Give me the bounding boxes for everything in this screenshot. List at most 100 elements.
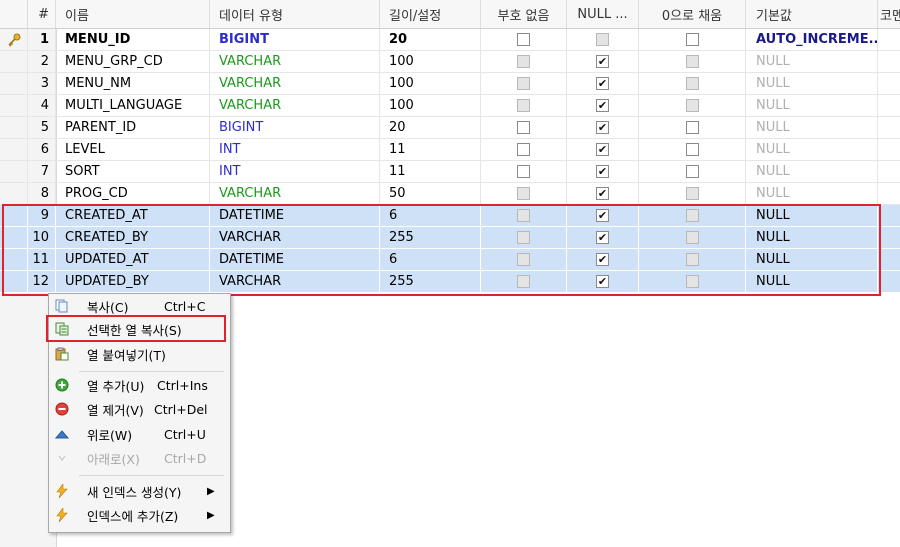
data-type-cell[interactable]: DATETIME: [210, 249, 380, 270]
zerofill-cell[interactable]: [639, 117, 746, 138]
zerofill-cell[interactable]: [639, 227, 746, 248]
table-row[interactable]: 4 MULTI_LANGUAGE VARCHAR 100 ✔ NULL: [0, 95, 900, 117]
table-row[interactable]: 6 LEVEL INT 11 ✔ NULL: [0, 139, 900, 161]
comment-cell[interactable]: [878, 139, 900, 160]
zerofill-checkbox[interactable]: [685, 143, 699, 156]
unsigned-checkbox[interactable]: [517, 187, 530, 200]
column-name-cell[interactable]: MENU_ID: [56, 29, 210, 50]
data-type-cell[interactable]: BIGINT: [210, 29, 380, 50]
allow-null-checkbox[interactable]: ✔: [596, 275, 609, 288]
table-row[interactable]: 12 UPDATED_BY VARCHAR 255 ✔ NULL: [0, 271, 900, 293]
comment-cell[interactable]: [878, 205, 900, 226]
length-cell[interactable]: 11: [380, 139, 481, 160]
unsigned-cell[interactable]: [481, 227, 567, 248]
zerofill-checkbox[interactable]: [685, 209, 699, 222]
default-cell[interactable]: NULL: [746, 139, 878, 160]
menu-item-move-down[interactable]: 아래로(X) Ctrl+D: [51, 447, 228, 469]
length-cell[interactable]: 100: [380, 95, 481, 116]
zerofill-cell[interactable]: [639, 29, 746, 50]
zerofill-checkbox[interactable]: [685, 187, 699, 200]
allow-null-cell[interactable]: ✔: [567, 139, 639, 160]
zerofill-checkbox[interactable]: [685, 121, 699, 134]
unsigned-cell[interactable]: [481, 51, 567, 72]
menu-item-add-to-index[interactable]: 인덱스에 추가(Z) ▶: [51, 504, 228, 526]
length-cell[interactable]: 100: [380, 51, 481, 72]
unsigned-checkbox[interactable]: [517, 33, 530, 46]
data-type-cell[interactable]: INT: [210, 161, 380, 182]
allow-null-cell[interactable]: ✔: [567, 271, 639, 292]
header-unsigned[interactable]: 부호 없음: [481, 0, 567, 28]
column-name-cell[interactable]: SORT: [56, 161, 210, 182]
allow-null-cell[interactable]: ✔: [567, 117, 639, 138]
data-type-cell[interactable]: BIGINT: [210, 117, 380, 138]
comment-cell[interactable]: [878, 51, 900, 72]
zerofill-checkbox[interactable]: [685, 165, 699, 178]
column-name-cell[interactable]: CREATED_AT: [56, 205, 210, 226]
column-name-cell[interactable]: PARENT_ID: [56, 117, 210, 138]
table-row[interactable]: 3 MENU_NM VARCHAR 100 ✔ NULL: [0, 73, 900, 95]
allow-null-cell[interactable]: ✔: [567, 161, 639, 182]
allow-null-checkbox[interactable]: ✔: [596, 99, 609, 112]
table-row[interactable]: 7 SORT INT 11 ✔ NULL: [0, 161, 900, 183]
default-cell[interactable]: NULL: [746, 95, 878, 116]
allow-null-checkbox[interactable]: ✔: [596, 121, 609, 134]
length-cell[interactable]: 255: [380, 271, 481, 292]
length-cell[interactable]: 6: [380, 205, 481, 226]
data-type-cell[interactable]: VARCHAR: [210, 51, 380, 72]
allow-null-cell[interactable]: ✔: [567, 51, 639, 72]
length-cell[interactable]: 11: [380, 161, 481, 182]
column-name-cell[interactable]: MENU_GRP_CD: [56, 51, 210, 72]
comment-cell[interactable]: [878, 271, 900, 292]
header-zerofill[interactable]: 0으로 채움: [639, 0, 746, 28]
zerofill-checkbox[interactable]: [685, 275, 699, 288]
zerofill-checkbox[interactable]: [685, 77, 699, 90]
comment-cell[interactable]: [878, 73, 900, 94]
comment-cell[interactable]: [878, 29, 900, 50]
table-row[interactable]: 8 PROG_CD VARCHAR 50 ✔ NULL: [0, 183, 900, 205]
default-cell[interactable]: NULL: [746, 161, 878, 182]
table-row[interactable]: 9 CREATED_AT DATETIME 6 ✔ NULL: [0, 205, 900, 227]
unsigned-cell[interactable]: [481, 161, 567, 182]
unsigned-checkbox[interactable]: [517, 231, 530, 244]
default-cell[interactable]: NULL: [746, 73, 878, 94]
allow-null-cell[interactable]: ✔: [567, 183, 639, 204]
unsigned-checkbox[interactable]: [517, 121, 530, 134]
unsigned-cell[interactable]: [481, 139, 567, 160]
unsigned-checkbox[interactable]: [517, 253, 530, 266]
comment-cell[interactable]: [878, 249, 900, 270]
table-row[interactable]: 1 MENU_ID BIGINT 20 AUTO_INCREME...: [0, 29, 900, 51]
unsigned-cell[interactable]: [481, 29, 567, 50]
comment-cell[interactable]: [878, 117, 900, 138]
data-type-cell[interactable]: VARCHAR: [210, 73, 380, 94]
table-row[interactable]: 2 MENU_GRP_CD VARCHAR 100 ✔ NULL: [0, 51, 900, 73]
column-name-cell[interactable]: LEVEL: [56, 139, 210, 160]
length-cell[interactable]: 20: [380, 117, 481, 138]
comment-cell[interactable]: [878, 227, 900, 248]
allow-null-checkbox[interactable]: ✔: [596, 187, 609, 200]
allow-null-checkbox[interactable]: ✔: [596, 77, 609, 90]
allow-null-checkbox[interactable]: ✔: [596, 165, 609, 178]
default-cell[interactable]: NULL: [746, 51, 878, 72]
unsigned-checkbox[interactable]: [517, 55, 530, 68]
comment-cell[interactable]: [878, 183, 900, 204]
zerofill-cell[interactable]: [639, 161, 746, 182]
column-name-cell[interactable]: UPDATED_AT: [56, 249, 210, 270]
allow-null-checkbox[interactable]: ✔: [596, 231, 609, 244]
unsigned-checkbox[interactable]: [517, 209, 530, 222]
header-comment[interactable]: 코멘: [878, 0, 900, 28]
comment-cell[interactable]: [878, 161, 900, 182]
header-type[interactable]: 데이터 유형: [210, 0, 380, 28]
menu-item-copy[interactable]: 복사(C) Ctrl+C: [51, 295, 228, 317]
unsigned-cell[interactable]: [481, 95, 567, 116]
zerofill-cell[interactable]: [639, 205, 746, 226]
length-cell[interactable]: 6: [380, 249, 481, 270]
zerofill-checkbox[interactable]: [685, 55, 699, 68]
zerofill-cell[interactable]: [639, 95, 746, 116]
table-row[interactable]: 11 UPDATED_AT DATETIME 6 ✔ NULL: [0, 249, 900, 271]
allow-null-checkbox[interactable]: ✔: [596, 253, 609, 266]
data-type-cell[interactable]: DATETIME: [210, 205, 380, 226]
zerofill-cell[interactable]: [639, 51, 746, 72]
menu-item-remove-column[interactable]: 열 제거(V) Ctrl+Del: [51, 398, 228, 420]
zerofill-checkbox[interactable]: [685, 33, 699, 46]
allow-null-checkbox[interactable]: [596, 33, 609, 46]
